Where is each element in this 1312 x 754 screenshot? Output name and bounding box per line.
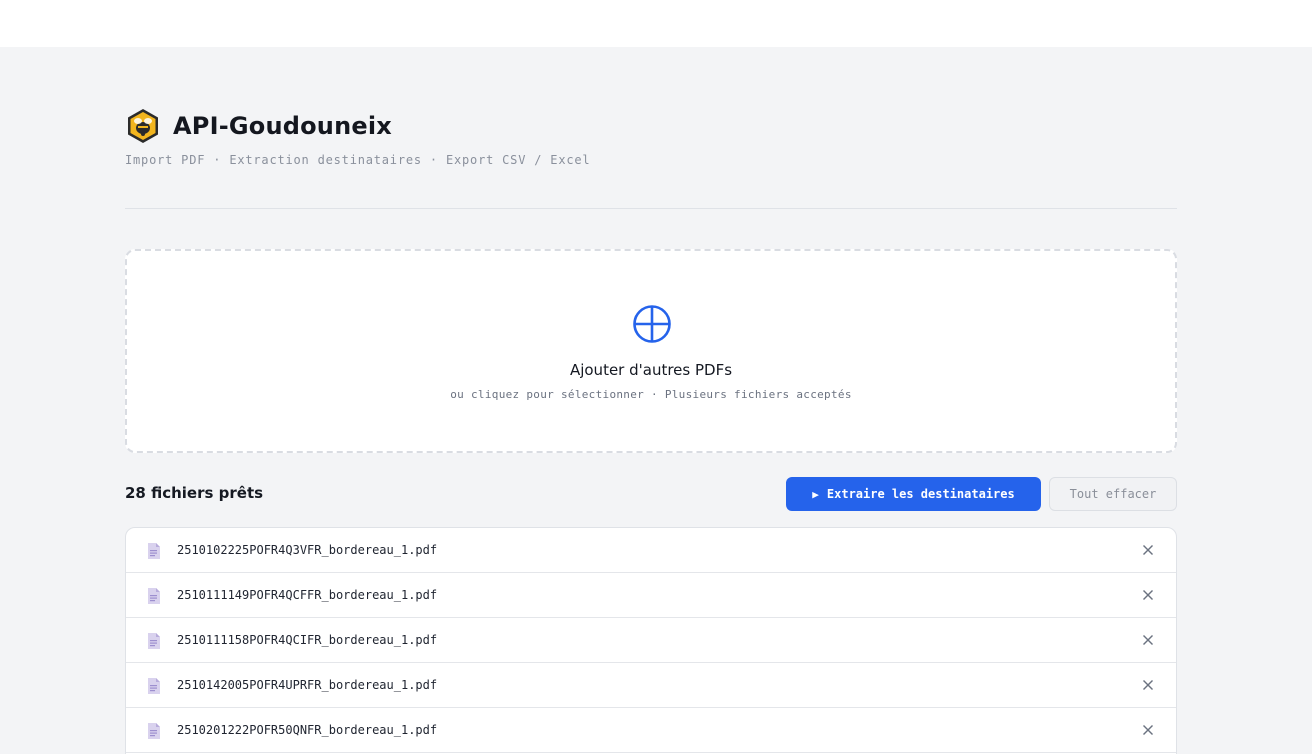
file-row: 2510111149POFR4QCFFR_bordereau_1.pdf [126, 573, 1176, 618]
app-subtitle: Import PDF · Extraction destinataires · … [125, 153, 591, 167]
extract-recipients-button[interactable]: ▶ Extraire les destinataires [786, 477, 1041, 511]
close-icon [1143, 725, 1153, 735]
file-icon [147, 588, 160, 604]
remove-file-button[interactable] [1138, 720, 1158, 740]
bee-logo-icon [125, 108, 161, 144]
plus-circle-icon [632, 304, 672, 344]
remove-file-button[interactable] [1138, 540, 1158, 560]
close-icon [1143, 545, 1153, 555]
file-name: 2510142005POFR4UPRFR_bordereau_1.pdf [177, 678, 438, 692]
dropzone-title: Ajouter d'autres PDFs [569, 361, 733, 379]
remove-file-button[interactable] [1138, 585, 1158, 605]
file-row: 2510201222POFR50QNFR_bordereau_1.pdf [126, 708, 1176, 753]
file-name: 2510201222POFR50QNFR_bordereau_1.pdf [177, 723, 438, 737]
extract-button-label: Extraire les destinataires [826, 487, 1015, 501]
play-icon: ▶ [812, 487, 819, 501]
close-icon [1143, 590, 1153, 600]
app-title: API-Goudouneix [173, 112, 392, 140]
close-icon [1143, 680, 1153, 690]
file-row: 2510142005POFR4UPRFR_bordereau_1.pdf [126, 663, 1176, 708]
brand-header: API-Goudouneix [125, 108, 392, 144]
file-icon [147, 723, 160, 739]
close-icon [1143, 635, 1153, 645]
file-name: 2510111158POFR4QCIFR_bordereau_1.pdf [177, 633, 438, 647]
dropzone-subtitle: ou cliquez pour sélectionner · Plusieurs… [450, 388, 852, 401]
remove-file-button[interactable] [1138, 630, 1158, 650]
file-row: 2510102225POFR4Q3VFR_bordereau_1.pdf [126, 528, 1176, 573]
clear-all-button[interactable]: Tout effacer [1049, 477, 1177, 511]
file-icon [147, 543, 160, 559]
main-page: API-Goudouneix Import PDF · Extraction d… [0, 47, 1312, 754]
file-list: 2510102225POFR4Q3VFR_bordereau_1.pdf 2510… [125, 527, 1177, 754]
file-icon [147, 633, 160, 649]
header-divider [125, 208, 1177, 209]
file-name: 2510102225POFR4Q3VFR_bordereau_1.pdf [177, 543, 438, 557]
files-count-label: 28 fichiers prêts [125, 484, 264, 502]
pdf-dropzone[interactable]: Ajouter d'autres PDFs ou cliquez pour sé… [125, 249, 1177, 453]
top-bar [0, 0, 1312, 47]
file-row: 2510111158POFR4QCIFR_bordereau_1.pdf [126, 618, 1176, 663]
file-name: 2510111149POFR4QCFFR_bordereau_1.pdf [177, 588, 438, 602]
file-icon [147, 678, 160, 694]
remove-file-button[interactable] [1138, 675, 1158, 695]
